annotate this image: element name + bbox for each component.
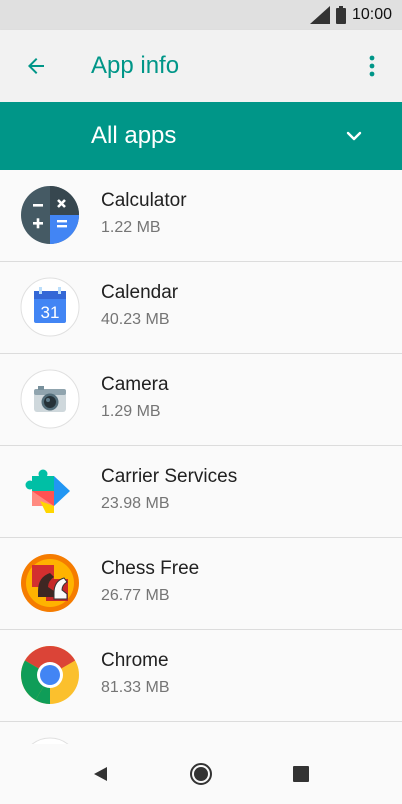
list-item[interactable]: Chess Free 26.77 MB <box>0 538 402 630</box>
app-size: 23.98 MB <box>101 495 170 512</box>
app-name: Calculator <box>101 190 187 211</box>
list-item[interactable]: Chrome 81.33 MB <box>0 630 402 722</box>
app-name: Calendar <box>101 282 179 303</box>
filter-label: All apps <box>91 122 177 149</box>
signal-icon <box>309 6 330 24</box>
app-filter-dropdown[interactable]: All apps <box>0 102 402 170</box>
app-size: 1.29 MB <box>101 403 161 420</box>
app-name: Chess Free <box>101 558 200 579</box>
status-time: 10:00 <box>351 6 392 23</box>
back-triangle-icon <box>94 767 107 781</box>
chrome-icon <box>21 646 79 704</box>
app-size: 40.23 MB <box>101 311 170 328</box>
system-nav-bar <box>0 744 402 804</box>
list-item[interactable]: 31 Calendar 40.23 MB <box>0 262 402 354</box>
nav-recents-button[interactable] <box>289 762 313 786</box>
page-title: App info <box>91 52 180 79</box>
home-circle-icon <box>190 763 212 785</box>
calendar-day: 31 <box>41 303 60 322</box>
nav-back-button[interactable] <box>88 762 112 786</box>
more-vert-icon <box>369 55 375 77</box>
app-icon-partial <box>31 737 69 744</box>
app-list: Calculator 1.22 MB 31 Calendar 40.23 MB … <box>0 170 402 744</box>
chevron-down-icon <box>346 131 362 141</box>
list-item[interactable]: Calculator 1.22 MB <box>0 170 402 262</box>
list-item[interactable]: Camera 1.29 MB <box>0 354 402 446</box>
status-bar: 10:00 <box>0 0 402 30</box>
status-icons: 10:00 <box>309 0 392 30</box>
nav-home-button[interactable] <box>189 762 213 786</box>
more-options-button[interactable] <box>358 52 386 80</box>
list-item[interactable]: Carrier Services 23.98 MB <box>0 446 402 538</box>
chess-icon <box>21 554 79 612</box>
app-size: 1.22 MB <box>101 219 161 236</box>
app-name: Camera <box>101 374 169 395</box>
app-name: Chrome <box>101 650 169 671</box>
calendar-icon: 31 <box>20 277 80 337</box>
calculator-icon <box>21 186 79 244</box>
list-item-partial[interactable] <box>0 722 402 744</box>
app-size: 26.77 MB <box>101 587 170 604</box>
app-size: 81.33 MB <box>101 679 170 696</box>
app-name: Carrier Services <box>101 466 238 487</box>
camera-icon <box>20 369 80 429</box>
app-bar: App info <box>0 30 402 102</box>
recents-square-icon <box>293 766 309 782</box>
battery-icon <box>335 6 346 24</box>
carrier-services-icon <box>25 469 70 513</box>
back-button[interactable] <box>22 52 50 80</box>
arrow-left-icon <box>28 58 44 74</box>
